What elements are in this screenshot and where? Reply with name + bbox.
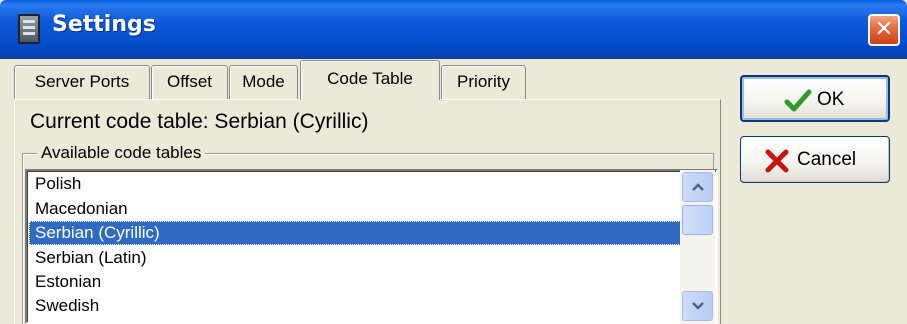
list-item[interactable]: Macedonian [29,197,685,221]
list-item-selected[interactable]: Serbian (Cyrillic) [29,221,685,245]
ok-button[interactable]: OK [740,75,890,122]
tab-server-ports[interactable]: Server Ports [14,65,150,99]
close-button[interactable]: ✕ [868,14,900,46]
tab-label: Mode [242,72,285,91]
list-item[interactable]: Swedish [29,294,685,318]
tab-label: Code Table [327,69,413,88]
tab-mode[interactable]: Mode [229,65,298,99]
title-bar[interactable]: Settings ✕ [0,0,907,59]
checkmark-icon [784,89,812,112]
list-item[interactable]: Polish [29,172,685,196]
tab-code-table[interactable]: Code Table [300,60,440,100]
x-mark-icon [765,149,789,173]
settings-window: Settings ✕ Server Ports Offset Mode Code… [0,0,907,324]
device-icon [18,14,40,44]
ok-label: OK [817,89,845,110]
tab-label: Offset [166,72,213,91]
current-code-table-label: Current code table: Serbian (Cyrillic) [30,110,369,133]
chevron-down-icon [692,302,704,310]
listbox-scrollbar[interactable] [680,170,715,324]
cancel-button[interactable]: Cancel [740,136,890,183]
tab-label: Server Ports [34,72,130,91]
scroll-down-button[interactable] [682,291,713,321]
list-item[interactable]: Estonian [29,270,685,294]
cancel-label: Cancel [797,149,857,170]
scroll-up-button[interactable] [682,172,713,202]
list-item[interactable]: Serbian (Latin) [29,246,685,270]
scroll-thumb[interactable] [682,205,713,235]
window-title: Settings [52,12,156,37]
close-icon: ✕ [874,17,894,42]
tab-offset[interactable]: Offset [151,65,228,99]
tab-label: Priority [457,72,510,91]
code-table-listbox[interactable]: Polish Macedonian Serbian (Cyrillic) Ser… [25,169,718,324]
chevron-up-icon [692,183,704,191]
tab-priority[interactable]: Priority [441,65,526,99]
groupbox-label: Available code tables [37,143,206,163]
